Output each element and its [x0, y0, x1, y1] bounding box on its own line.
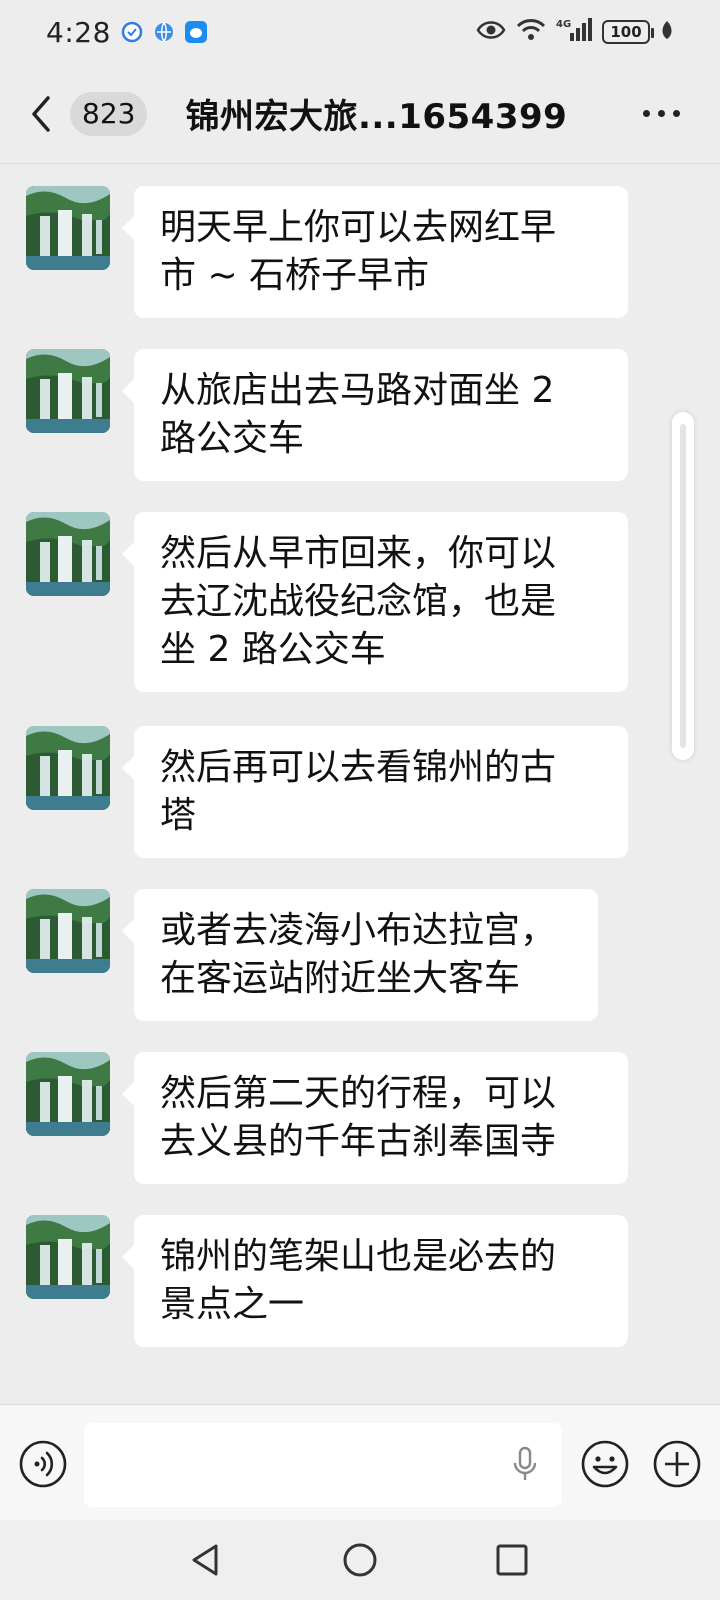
eye-icon [476, 19, 506, 45]
waterfall-avatar-image [26, 186, 110, 270]
status-time: 4:28 [46, 15, 111, 49]
cellular-signal-icon: 4G [556, 17, 592, 47]
nav-home-button[interactable] [342, 1542, 378, 1578]
voice-icon [19, 1440, 67, 1488]
nav-back-button[interactable] [188, 1542, 224, 1578]
waterfall-avatar-image [26, 512, 110, 596]
message-bubble[interactable]: 明天早上你可以去网红早 市 ~ 石桥子早市 [122, 186, 628, 318]
nav-recents-button[interactable] [494, 1542, 530, 1578]
waterfall-avatar-image [26, 1052, 110, 1136]
waterfall-avatar-image [26, 349, 110, 433]
more-functions-button[interactable] [652, 1439, 702, 1489]
message-input[interactable] [84, 1423, 562, 1507]
sender-avatar[interactable] [26, 726, 110, 810]
unread-count-badge[interactable]: 823 [70, 91, 148, 136]
waterfall-avatar-image [26, 889, 110, 973]
more-dot [643, 110, 650, 117]
notification-app-icon [121, 21, 143, 43]
sender-avatar[interactable] [26, 349, 110, 433]
chat-header: 823 锦州宏大旅...1654399 [0, 64, 720, 164]
circle-home-icon [343, 1543, 377, 1577]
voice-mode-button[interactable] [18, 1439, 68, 1489]
sender-avatar[interactable] [26, 186, 110, 270]
leaf-icon [660, 19, 674, 45]
battery-indicator: 100 [602, 20, 654, 44]
plus-icon [653, 1440, 701, 1488]
network-label: 4G [556, 19, 571, 30]
message-bubble[interactable]: 或者去凌海小布达拉宫， 在客运站附近坐大客车 [122, 889, 598, 1021]
back-button[interactable] [28, 84, 68, 144]
waterfall-avatar-image [26, 726, 110, 810]
sender-avatar[interactable] [26, 1052, 110, 1136]
emoji-icon [581, 1440, 629, 1488]
notification-browser-icon [153, 21, 175, 43]
sender-avatar[interactable] [26, 889, 110, 973]
microphone-icon [513, 1446, 537, 1480]
status-left: 4:28 [46, 16, 207, 49]
message-bubble[interactable]: 从旅店出去马路对面坐 2 路公交车 [122, 349, 628, 481]
scrollbar-thumb[interactable] [672, 412, 694, 760]
more-options-button[interactable] [643, 94, 680, 134]
square-recents-icon [496, 1544, 528, 1576]
message-bubble[interactable]: 锦州的笔架山也是必去的 景点之一 [122, 1215, 628, 1347]
status-right: 4G 100 [476, 17, 674, 47]
sender-avatar[interactable] [26, 1215, 110, 1299]
message-bubble[interactable]: 然后从早市回来，你可以 去辽沈战役纪念馆，也是 坐 2 路公交车 [122, 512, 628, 692]
sender-avatar[interactable] [26, 512, 110, 596]
triangle-back-icon [192, 1544, 218, 1576]
more-dot [658, 110, 665, 117]
system-nav-bar [0, 1520, 720, 1600]
wifi-icon [516, 18, 546, 46]
emoji-button[interactable] [580, 1439, 630, 1489]
message-bubble[interactable]: 然后再可以去看锦州的古 塔 [122, 726, 628, 858]
notification-qq-icon [184, 21, 207, 43]
microphone-button[interactable] [510, 1445, 540, 1485]
status-bar: 4:28 4G 100 [0, 0, 720, 64]
input-bar [0, 1404, 720, 1520]
more-dot [673, 110, 680, 117]
waterfall-avatar-image [26, 1215, 110, 1299]
message-list[interactable]: 明天早上你可以去网红早 市 ~ 石桥子早市 从旅店出去马路对面坐 2 路公交车 … [0, 164, 720, 1404]
chevron-left-icon [32, 95, 50, 132]
message-bubble[interactable]: 然后第二天的行程，可以 去义县的千年古刹奉国寺 [122, 1052, 628, 1184]
chat-title: 锦州宏大旅...1654399 [185, 97, 568, 137]
